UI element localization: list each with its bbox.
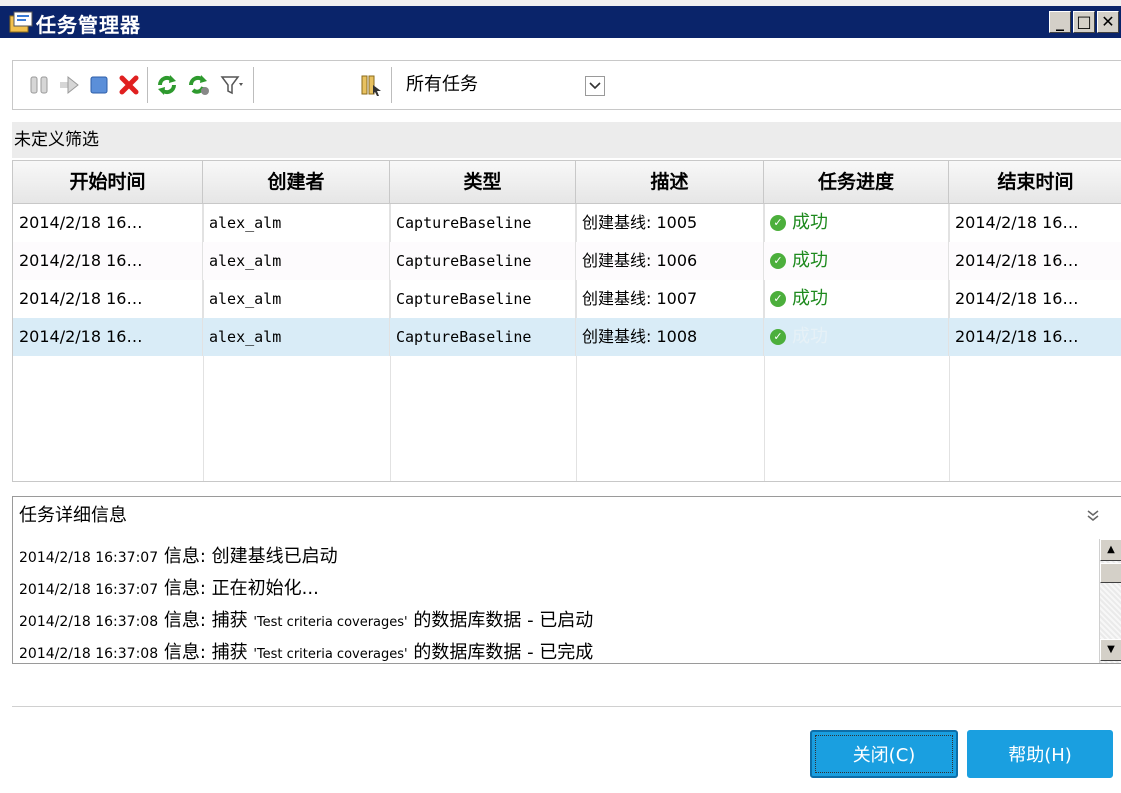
cell-progress: ✓ 成功 <box>764 204 949 242</box>
task-filter-select[interactable]: 所有任务 <box>406 61 478 109</box>
delete-icon[interactable] <box>117 73 141 97</box>
table-row[interactable]: 2014/2/18 16… alex_alm CaptureBaseline 创… <box>13 242 1121 280</box>
divider <box>12 706 1121 707</box>
chevron-down-icon[interactable] <box>585 76 605 96</box>
log-timestamp: 2014/2/18 16:37:08 <box>19 646 159 662</box>
task-table: 开始时间 创建者 类型 描述 任务进度 结束时间 2014/2/18 16… a… <box>12 160 1121 482</box>
log-message: 信息: 创建基线已启动 <box>158 546 338 567</box>
toolbar: 所有任务 <box>12 60 1121 110</box>
log-message-english: 'Test criteria coverages' <box>253 615 408 630</box>
log-message-english: 'Test criteria coverages' <box>253 647 408 662</box>
cell-start-time: 2014/2/18 16… <box>13 204 203 242</box>
filter-icon[interactable] <box>219 73 243 97</box>
column-header-creator[interactable]: 创建者 <box>203 161 390 204</box>
cell-creator: alex_alm <box>203 242 390 280</box>
status-text: 成功 <box>792 250 828 271</box>
cell-description: 创建基线: 1008 <box>576 318 764 356</box>
log-message: 信息: 捕获 <box>158 610 254 631</box>
table-row[interactable]: 2014/2/18 16… alex_alm CaptureBaseline 创… <box>13 280 1121 318</box>
table-row[interactable]: 2014/2/18 16… alex_alm CaptureBaseline 创… <box>13 204 1121 242</box>
cell-type: CaptureBaseline <box>390 204 576 242</box>
cell-end-time: 2014/2/18 16… <box>955 327 1079 346</box>
close-button[interactable]: 关闭(C) <box>810 730 958 778</box>
details-scrollbar[interactable]: ▲ ▼ <box>1099 539 1121 663</box>
cell-start-time: 2014/2/18 16… <box>13 242 203 280</box>
log-line: 2014/2/18 16:37:07 信息: 正在初始化... <box>19 573 1089 605</box>
log-message: 信息: 正在初始化... <box>158 578 319 599</box>
scrollbar-thumb[interactable] <box>1100 563 1121 583</box>
log-line: 2014/2/18 16:37:08 信息: 捕获 'Test criteria… <box>19 637 1089 663</box>
status-text: 成功 <box>792 212 828 233</box>
column-header-progress[interactable]: 任务进度 <box>764 161 949 204</box>
window-title: 任务管理器 <box>36 13 141 37</box>
task-details-title: 任务详细信息 <box>19 505 127 526</box>
log-line: 2014/2/18 16:37:07 信息: 创建基线已启动 <box>19 541 1089 573</box>
cell-description: 创建基线: 1005 <box>576 204 764 242</box>
help-button[interactable]: 帮助(H) <box>967 730 1113 778</box>
log-line: 2014/2/18 16:37:08 信息: 捕获 'Test criteria… <box>19 605 1089 637</box>
scroll-up-arrow-icon[interactable]: ▲ <box>1100 539 1121 561</box>
toolbar-separator <box>147 67 148 103</box>
cell-description: 创建基线: 1006 <box>576 242 764 280</box>
cell-type: CaptureBaseline <box>390 318 576 356</box>
success-check-icon: ✓ <box>770 291 786 307</box>
refresh-icon[interactable] <box>155 73 179 97</box>
resume-icon[interactable] <box>57 73 81 97</box>
cell-end-time: 2014/2/18 16… <box>955 251 1079 270</box>
log-timestamp: 2014/2/18 16:37:07 <box>19 582 159 598</box>
log-message: 信息: 捕获 <box>158 642 254 663</box>
table-header: 开始时间 创建者 类型 描述 任务进度 结束时间 <box>13 161 1121 204</box>
cell-creator: alex_alm <box>203 204 390 242</box>
success-check-icon: ✓ <box>770 329 786 345</box>
cell-description: 创建基线: 1007 <box>576 280 764 318</box>
column-header-description[interactable]: 描述 <box>576 161 764 204</box>
log-message: 的数据库数据 - 已完成 <box>407 642 594 663</box>
cell-start-time: 2014/2/18 16… <box>13 318 203 356</box>
table-row-selected[interactable]: 2014/2/18 16… alex_alm CaptureBaseline 创… <box>13 318 1121 356</box>
column-header-end-time[interactable]: 结束时间 <box>949 161 1121 204</box>
minimize-button[interactable]: _ <box>1049 11 1071 33</box>
status-text: 成功 <box>792 288 828 309</box>
task-details-panel: 任务详细信息 2014/2/18 16:37:07 信息: 创建基线已启动 20… <box>12 496 1121 664</box>
success-check-icon: ✓ <box>770 215 786 231</box>
status-text: 成功 <box>792 326 828 347</box>
log-timestamp: 2014/2/18 16:37:08 <box>19 614 159 630</box>
cell-progress: ✓ 成功 <box>764 280 949 318</box>
collapse-panel-icon[interactable] <box>1087 507 1099 526</box>
cell-end-time: 2014/2/18 16… <box>955 213 1079 232</box>
scroll-down-arrow-icon[interactable]: ▼ <box>1100 639 1121 661</box>
filter-status-bar: 未定义筛选 <box>12 122 1121 158</box>
cell-creator: alex_alm <box>203 318 390 356</box>
cell-type: CaptureBaseline <box>390 242 576 280</box>
cell-type: CaptureBaseline <box>390 280 576 318</box>
cell-start-time: 2014/2/18 16… <box>13 280 203 318</box>
cell-end-time: 2014/2/18 16… <box>955 289 1079 308</box>
title-bar: 任务管理器 _ □ ✕ <box>0 0 1121 38</box>
select-columns-icon[interactable] <box>359 73 383 97</box>
column-header-start-time[interactable]: 开始时间 <box>13 161 203 204</box>
cell-creator: alex_alm <box>203 280 390 318</box>
log-timestamp: 2014/2/18 16:37:07 <box>19 550 159 566</box>
task-log: 2014/2/18 16:37:07 信息: 创建基线已启动 2014/2/18… <box>19 541 1089 663</box>
maximize-button[interactable]: □ <box>1073 11 1095 33</box>
cell-progress: ✓ 成功 <box>764 318 949 356</box>
close-window-button[interactable]: ✕ <box>1097 11 1119 33</box>
auto-refresh-icon[interactable] <box>187 73 211 97</box>
pause-icon[interactable] <box>27 73 51 97</box>
toolbar-separator <box>391 67 392 103</box>
log-message: 的数据库数据 - 已启动 <box>407 610 594 631</box>
toolbar-separator <box>253 67 254 103</box>
cell-progress: ✓ 成功 <box>764 242 949 280</box>
success-check-icon: ✓ <box>770 253 786 269</box>
stop-icon[interactable] <box>87 73 111 97</box>
task-manager-app-icon <box>8 10 34 34</box>
column-header-type[interactable]: 类型 <box>390 161 576 204</box>
